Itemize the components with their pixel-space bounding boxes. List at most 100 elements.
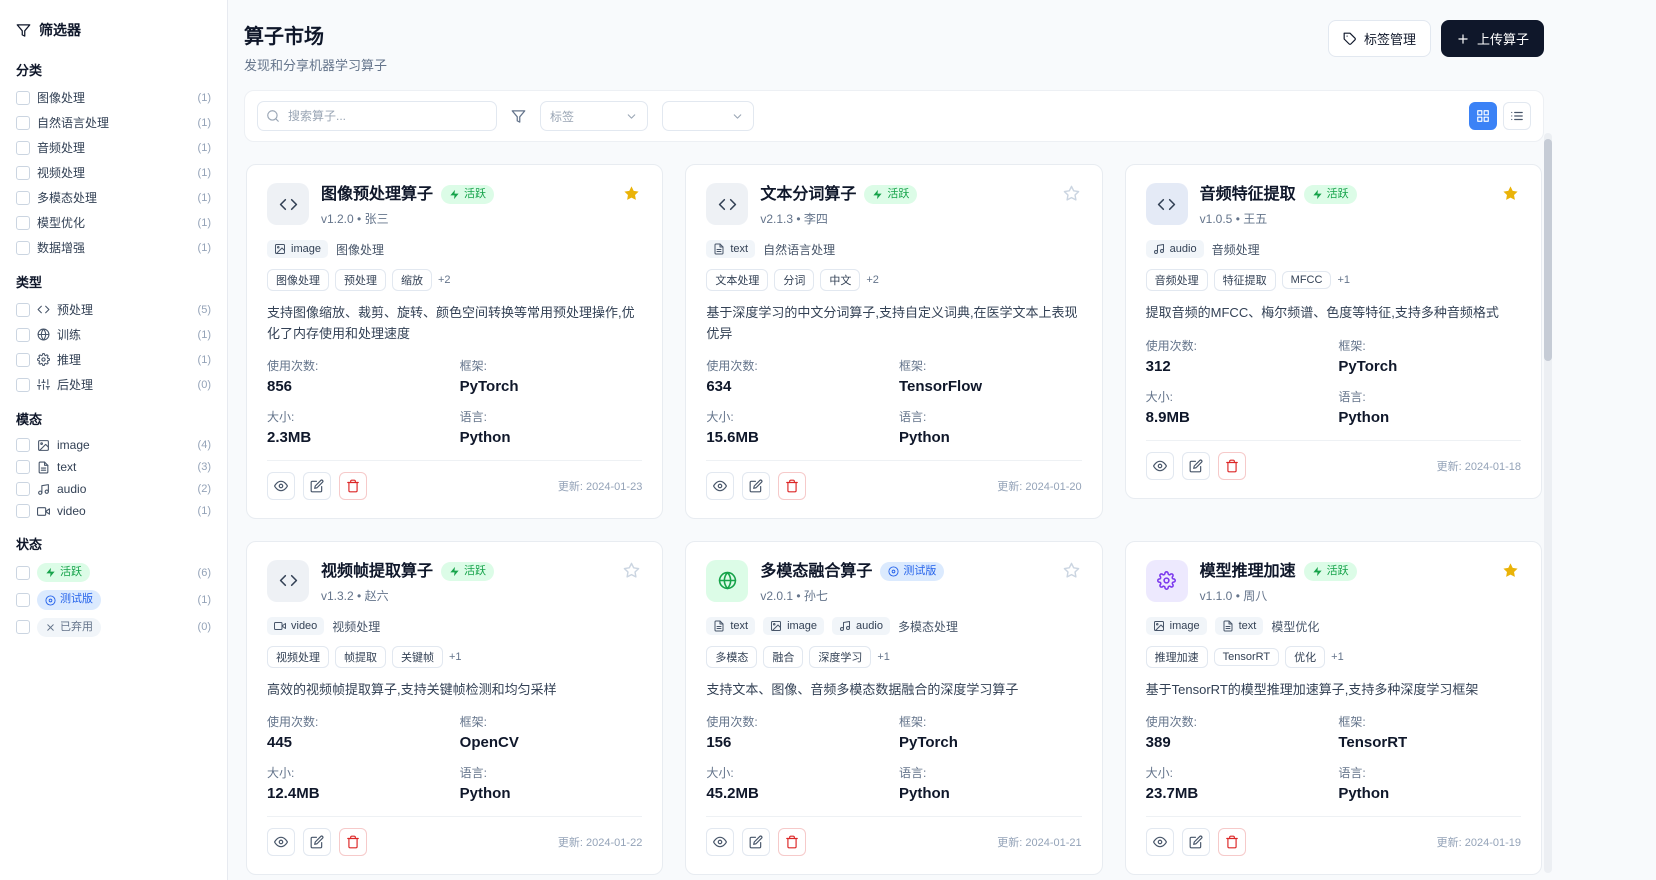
filter-item[interactable]: 视频处理(1): [16, 164, 211, 181]
delete-button[interactable]: [1218, 452, 1246, 480]
usage-stat: 使用次数:634: [706, 357, 889, 395]
tag-pill: MFCC: [1282, 271, 1332, 289]
upload-operator-button[interactable]: 上传算子: [1441, 20, 1544, 57]
updated-label: 更新:: [997, 481, 1022, 493]
app: 筛选器 分类图像处理(1)自然语言处理(1)音频处理(1)视频处理(1)多模态处…: [0, 0, 1556, 880]
filter-item[interactable]: 推理(1): [16, 351, 211, 368]
filter-item[interactable]: 预处理(5): [16, 301, 211, 318]
filter-item[interactable]: 自然语言处理(1): [16, 114, 211, 131]
updated-label: 更新:: [558, 481, 583, 493]
modality-label: text: [730, 243, 748, 255]
edit-button[interactable]: [303, 828, 331, 856]
filter-checkbox[interactable]: [16, 566, 30, 580]
filter-item[interactable]: 训练(1): [16, 326, 211, 343]
usage-stat: 使用次数:856: [267, 357, 450, 395]
favorite-button[interactable]: [1500, 183, 1521, 204]
edit-button[interactable]: [742, 828, 770, 856]
filter-checkbox[interactable]: [16, 116, 30, 130]
stats: 使用次数:634框架:TensorFlow大小:15.6MB语言:Python: [706, 357, 1081, 446]
modality-row: textimageaudio多模态处理: [706, 617, 1081, 635]
grid-view-button[interactable]: [1469, 102, 1497, 130]
tags-row: 音频处理特征提取MFCC+1: [1146, 269, 1521, 291]
edit-button[interactable]: [1182, 828, 1210, 856]
search-input[interactable]: [257, 101, 497, 131]
title-row: 模型推理加速 活跃: [1200, 562, 1488, 581]
eye-icon: [713, 835, 727, 849]
scrollbar-thumb[interactable]: [1544, 139, 1552, 361]
filter-checkbox[interactable]: [16, 353, 30, 367]
filter-item[interactable]: 数据增强(1): [16, 239, 211, 256]
delete-button[interactable]: [1218, 828, 1246, 856]
tag-pill: 缩放: [392, 269, 432, 291]
operator-title: 模型推理加速: [1200, 562, 1296, 581]
tag-filter-select[interactable]: 标签: [540, 101, 648, 131]
favorite-button[interactable]: [621, 183, 642, 204]
edit-button[interactable]: [1182, 452, 1210, 480]
filter-checkbox[interactable]: [16, 303, 30, 317]
delete-button[interactable]: [339, 828, 367, 856]
secondary-filter-select[interactable]: [662, 101, 754, 131]
scrollbar[interactable]: [1544, 133, 1552, 873]
plus-icon: [1456, 32, 1470, 46]
image-icon: [1153, 620, 1165, 632]
filter-checkbox[interactable]: [16, 438, 30, 452]
card-actions: [1146, 452, 1246, 480]
tags-row: 视频处理帧提取关键帧+1: [267, 646, 642, 668]
list-view-button[interactable]: [1503, 102, 1531, 130]
favorite-button[interactable]: [621, 560, 642, 581]
favorite-button[interactable]: [1061, 560, 1082, 581]
filter-checkbox[interactable]: [16, 191, 30, 205]
filter-item[interactable]: video(1): [16, 504, 211, 518]
filter-item[interactable]: 已弃用(0): [16, 618, 211, 637]
filter-item[interactable]: audio(2): [16, 482, 211, 496]
filter-item[interactable]: 活跃(6): [16, 563, 211, 582]
filter-checkbox[interactable]: [16, 91, 30, 105]
filter-item[interactable]: 音频处理(1): [16, 139, 211, 156]
filter-checkbox[interactable]: [16, 593, 30, 607]
filter-checkbox[interactable]: [16, 166, 30, 180]
filter-checkbox[interactable]: [16, 378, 30, 392]
filter-checkbox[interactable]: [16, 482, 30, 496]
globe-icon: [37, 328, 50, 341]
view-button[interactable]: [706, 472, 734, 500]
delete-button[interactable]: [778, 828, 806, 856]
updated-value: 2024-01-20: [1025, 481, 1081, 493]
favorite-button[interactable]: [1500, 560, 1521, 581]
filter-item[interactable]: text(3): [16, 460, 211, 474]
filter-count: (3): [198, 461, 211, 473]
category-label: 多模态处理: [898, 618, 958, 635]
filter-checkbox[interactable]: [16, 620, 30, 634]
filter-item[interactable]: 模型优化(1): [16, 214, 211, 231]
view-button[interactable]: [1146, 828, 1174, 856]
view-button[interactable]: [267, 472, 295, 500]
manage-tags-button[interactable]: 标签管理: [1328, 20, 1431, 57]
filter-checkbox[interactable]: [16, 504, 30, 518]
language-label: 语言:: [460, 408, 643, 425]
text-icon: [1222, 620, 1234, 632]
filter-item[interactable]: 测试版(1): [16, 590, 211, 609]
meta-separator: •: [357, 212, 361, 226]
status-badge: 活跃: [441, 562, 494, 581]
favorite-button[interactable]: [1061, 183, 1082, 204]
filter-item[interactable]: image(4): [16, 438, 211, 452]
filter-item[interactable]: 图像处理(1): [16, 89, 211, 106]
sidebar-section: 模态image(4)text(3)audio(2)video(1): [16, 409, 211, 518]
filter-checkbox[interactable]: [16, 141, 30, 155]
filter-checkbox[interactable]: [16, 216, 30, 230]
star-icon: [1502, 562, 1519, 579]
edit-button[interactable]: [742, 472, 770, 500]
filter-item[interactable]: 后处理(0): [16, 376, 211, 393]
status-badge-label: 活跃: [1327, 564, 1349, 579]
filter-label: 自然语言处理: [37, 114, 109, 131]
view-button[interactable]: [1146, 452, 1174, 480]
filter-checkbox[interactable]: [16, 460, 30, 474]
delete-button[interactable]: [339, 472, 367, 500]
filter-item[interactable]: 多模态处理(1): [16, 189, 211, 206]
delete-button[interactable]: [778, 472, 806, 500]
edit-button[interactable]: [303, 472, 331, 500]
filter-checkbox[interactable]: [16, 328, 30, 342]
view-button[interactable]: [706, 828, 734, 856]
usage-label: 使用次数:: [1146, 337, 1329, 354]
filter-checkbox[interactable]: [16, 241, 30, 255]
view-button[interactable]: [267, 828, 295, 856]
